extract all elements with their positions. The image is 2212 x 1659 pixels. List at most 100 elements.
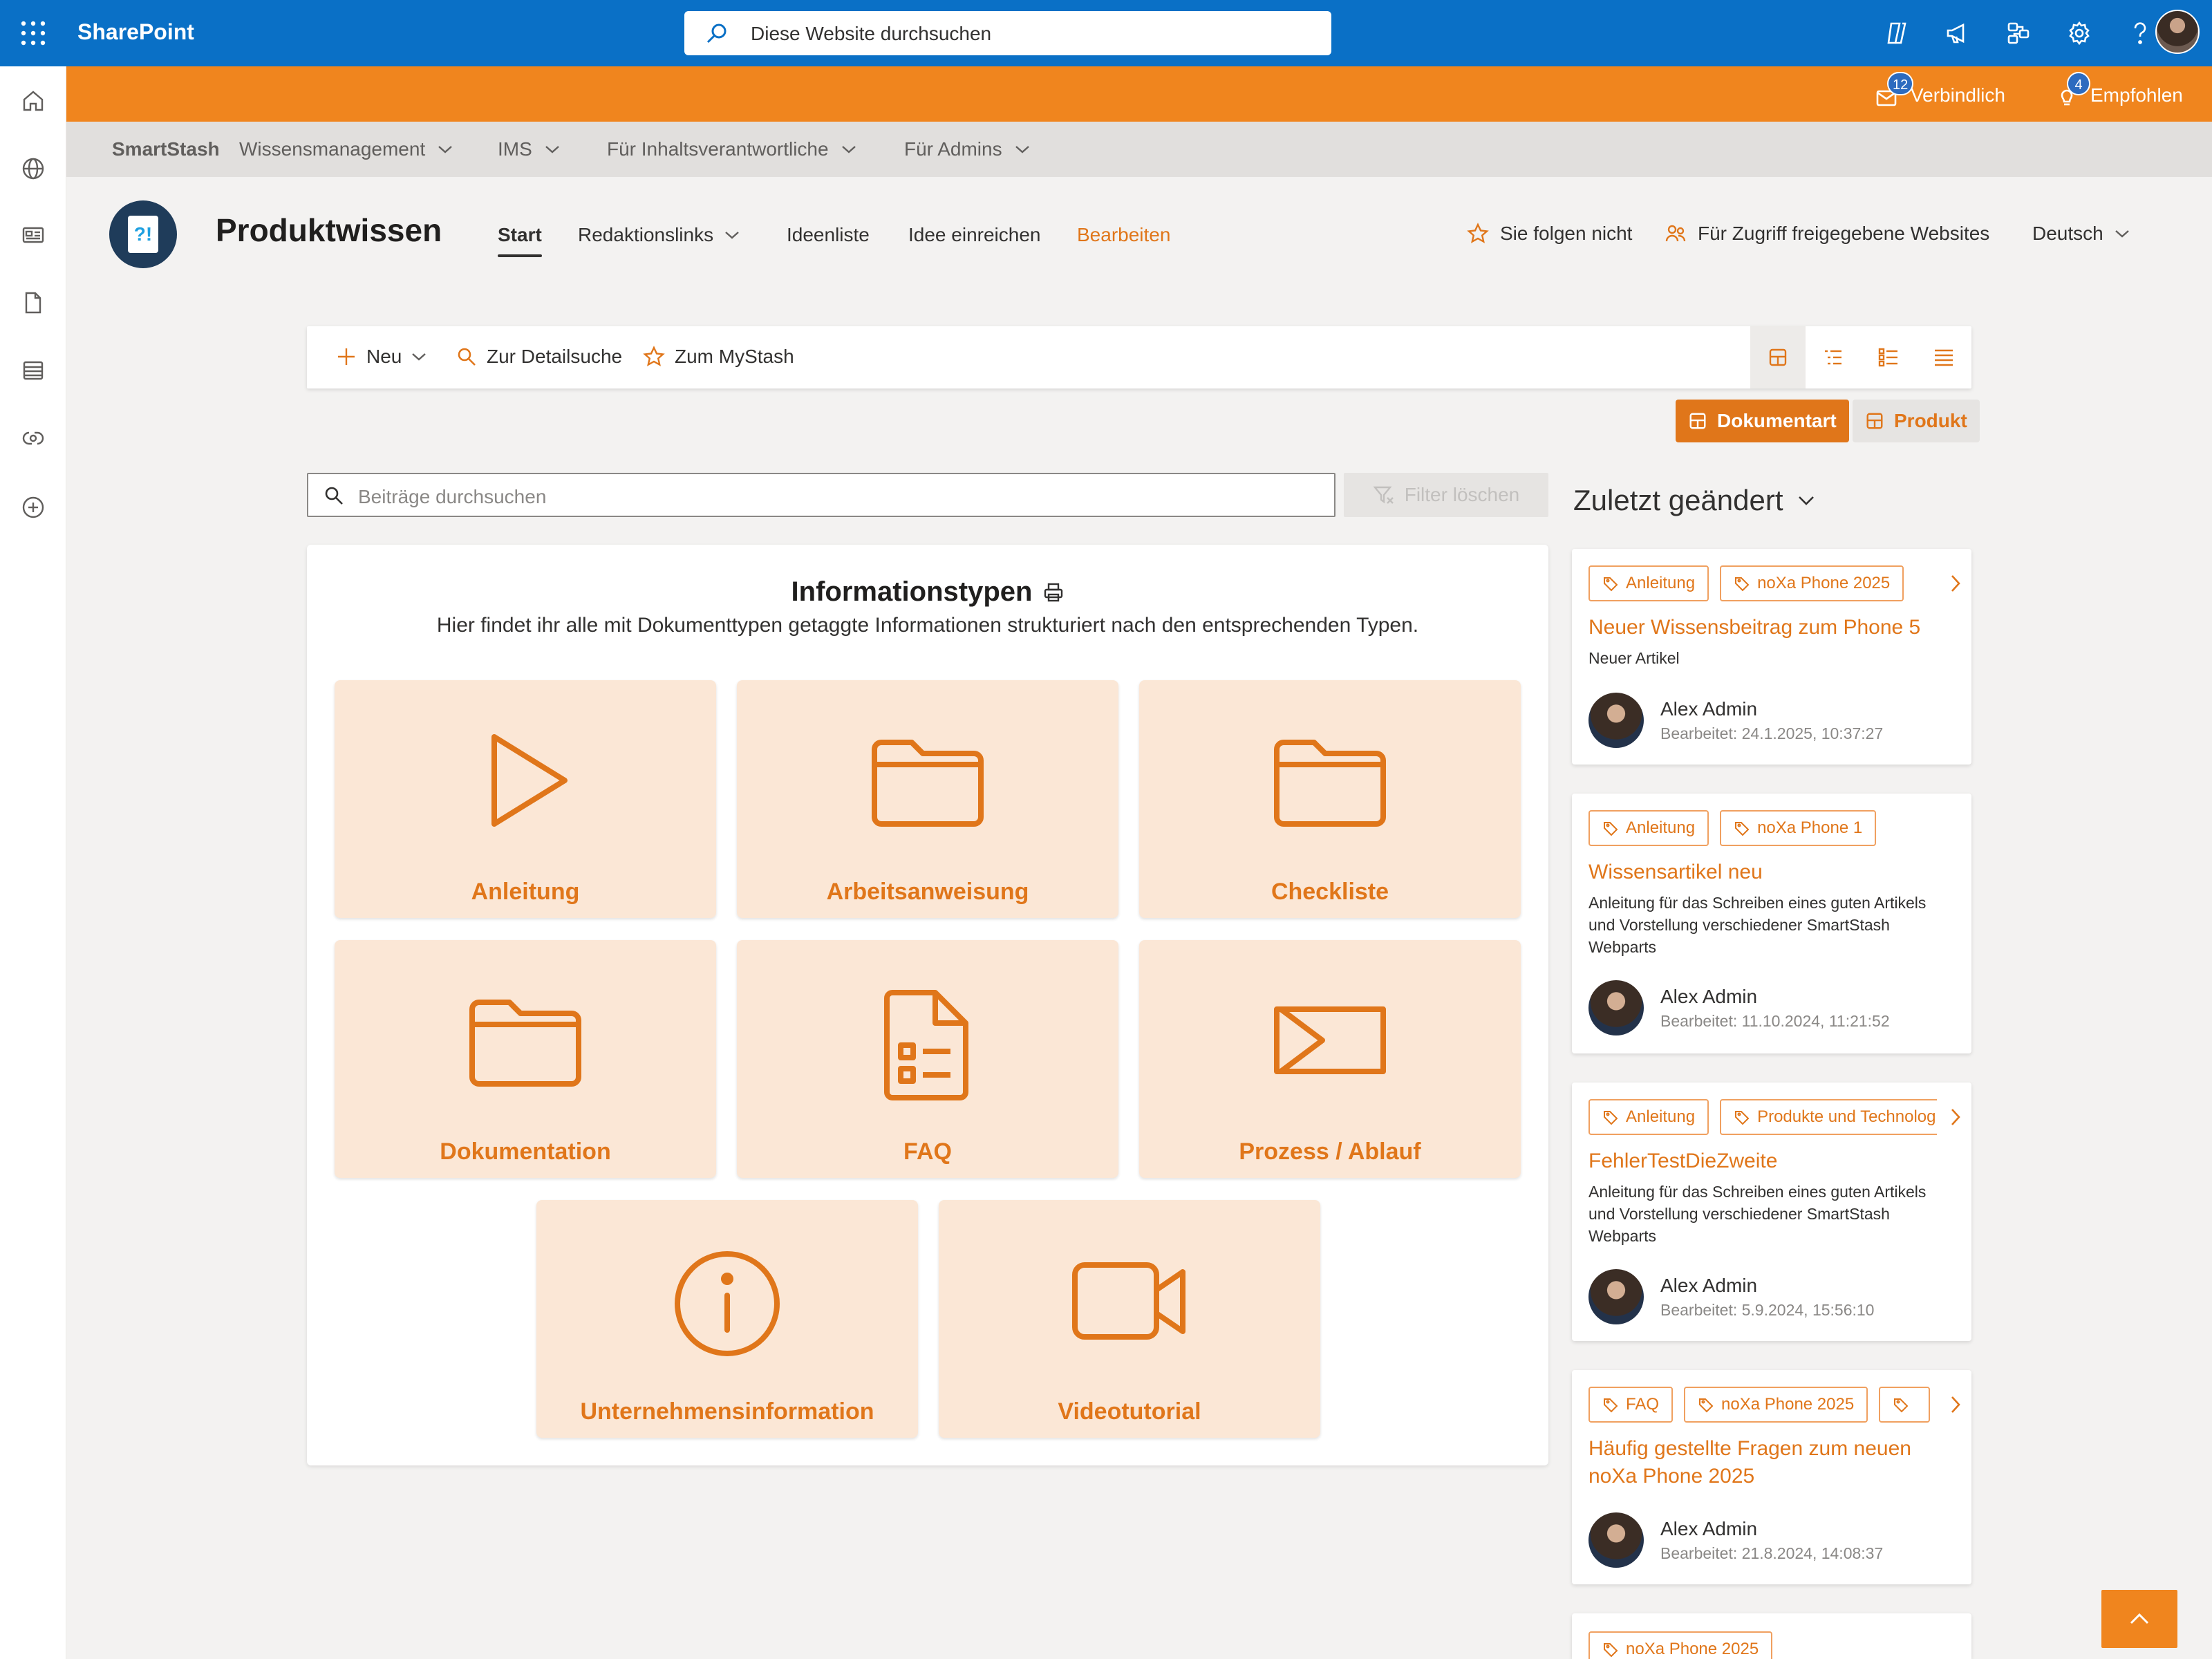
globe-icon[interactable] bbox=[18, 153, 48, 184]
news-card[interactable]: Anleitung noXa Phone 1 Wissensartikel ne… bbox=[1572, 794, 1971, 1053]
product-filter-button[interactable]: Produkt bbox=[1853, 400, 1980, 442]
tag-chip[interactable]: noXa Phone 2025 bbox=[1720, 565, 1904, 601]
detail-search-button[interactable]: Zur Detailsuche bbox=[456, 346, 622, 368]
recommended-button[interactable]: 4 Empfohlen bbox=[2054, 72, 2183, 109]
news-card[interactable]: Anleitung noXa Phone 2025 Neuer Wissensb… bbox=[1572, 549, 1971, 765]
chevron-right-icon[interactable] bbox=[1949, 1107, 1962, 1127]
help-icon[interactable] bbox=[2124, 17, 2157, 50]
sitenav-item-redaktionslinks[interactable]: Redaktionslinks bbox=[578, 224, 740, 246]
tag-chip[interactable]: Produkte und Technologie bbox=[1720, 1099, 1937, 1135]
info-types-title: Informationstypen bbox=[791, 577, 1033, 607]
news-title[interactable]: Neuer Wissensbeitrag zum Phone 5 bbox=[1588, 614, 1955, 641]
connections-icon[interactable] bbox=[2002, 17, 2035, 50]
hubnav-item-wissensmanagement[interactable]: Wissensmanagement bbox=[239, 138, 453, 160]
star-icon bbox=[643, 346, 665, 366]
tag-icon bbox=[1735, 822, 1750, 836]
chevron-down-icon bbox=[1798, 496, 1814, 505]
hubnav-item-smartstash[interactable]: SmartStash bbox=[112, 138, 220, 160]
news-author: Alex Admin Bearbeitet: 5.9.2024, 15:56:1… bbox=[1588, 1269, 1874, 1324]
news-title[interactable]: Wissensartikel neu bbox=[1588, 859, 1955, 886]
site-header: ?! Produktwissen Start Redaktionslinks I… bbox=[66, 177, 2212, 288]
site-title[interactable]: Produktwissen bbox=[216, 212, 442, 249]
new-button[interactable]: Neu bbox=[336, 346, 427, 368]
news-icon[interactable] bbox=[18, 220, 48, 250]
language-selector[interactable]: Deutsch bbox=[2032, 223, 2130, 245]
tile-unternehmensinformation[interactable]: Unternehmensinformation bbox=[536, 1200, 918, 1438]
tile-prozess-ablauf[interactable]: Prozess / Ablauf bbox=[1139, 940, 1521, 1178]
sitenav-item-idee-einreichen[interactable]: Idee einreichen bbox=[908, 224, 1040, 246]
news-card[interactable]: noXa Phone 2025 bbox=[1572, 1613, 1971, 1659]
news-card[interactable]: Anleitung Produkte und Technologie Fehle… bbox=[1572, 1082, 1971, 1341]
app-bar bbox=[0, 66, 66, 1659]
brand-name[interactable]: SharePoint bbox=[77, 19, 194, 45]
recent-section-header[interactable]: Zuletzt geändert bbox=[1573, 484, 1815, 517]
lightbulb-icon: 4 bbox=[2054, 72, 2090, 109]
app-launcher-icon[interactable] bbox=[19, 19, 47, 47]
posts-search-input[interactable]: Beiträge durchsuchen bbox=[307, 473, 1335, 517]
tag-chip[interactable]: Anleitung bbox=[1588, 565, 1709, 601]
compact-list-view-button[interactable] bbox=[1806, 326, 1861, 388]
info-types-heading: Informationstypen bbox=[307, 577, 1548, 608]
tag-chip[interactable]: FAQ bbox=[1588, 1387, 1674, 1423]
back-to-top-button[interactable] bbox=[2101, 1590, 2177, 1648]
doctype-filter-button[interactable]: Dokumentart bbox=[1676, 400, 1849, 442]
sitenav-item-ideenliste[interactable]: Ideenliste bbox=[787, 224, 870, 246]
checklist-icon bbox=[1878, 348, 1897, 367]
star-icon bbox=[1467, 223, 1489, 243]
chevron-right-icon[interactable] bbox=[1949, 1395, 1962, 1414]
news-author: Alex Admin Bearbeitet: 11.10.2024, 11:21… bbox=[1588, 980, 1890, 1035]
tag-chip[interactable]: Anleitung bbox=[1588, 1099, 1709, 1135]
site-search-box[interactable]: Diese Website durchsuchen bbox=[684, 11, 1331, 55]
file-icon[interactable] bbox=[18, 288, 48, 318]
tile-anleitung[interactable]: Anleitung bbox=[335, 680, 716, 918]
tile-arbeitsanweisung[interactable]: Arbeitsanweisung bbox=[737, 680, 1118, 918]
news-title[interactable]: FehlerTestDieZweite bbox=[1588, 1147, 1955, 1175]
print-icon[interactable] bbox=[1043, 582, 1064, 603]
search-icon bbox=[705, 22, 729, 46]
tag-icon bbox=[1604, 577, 1618, 592]
megaphone-icon[interactable] bbox=[1941, 17, 1974, 50]
copilot-icon[interactable] bbox=[1880, 17, 1913, 50]
home-icon[interactable] bbox=[18, 86, 48, 116]
suite-bar: SharePoint Diese Website durchsuchen bbox=[0, 0, 2212, 66]
tag-chip[interactable]: noXa Phone 2025 bbox=[1588, 1631, 1773, 1659]
posts-search-placeholder: Beiträge durchsuchen bbox=[358, 486, 547, 507]
info-icon bbox=[536, 1248, 918, 1359]
mandatory-button[interactable]: 12 Verbindlich bbox=[1875, 72, 2005, 109]
tile-dokumentation[interactable]: Dokumentation bbox=[335, 940, 716, 1178]
site-logo[interactable]: ?! bbox=[109, 200, 177, 268]
follow-button[interactable]: Sie folgen nicht bbox=[1467, 223, 1632, 245]
chevron-right-icon[interactable] bbox=[1949, 574, 1962, 593]
hubnav-item-admins[interactable]: Für Admins bbox=[904, 138, 1030, 160]
checklist-view-button[interactable] bbox=[1861, 326, 1916, 388]
avatar bbox=[1588, 693, 1644, 748]
user-avatar[interactable] bbox=[2155, 10, 2200, 54]
tile-view-button[interactable] bbox=[1750, 326, 1806, 388]
tile-faq[interactable]: FAQ bbox=[737, 940, 1118, 1178]
tag-icon bbox=[1699, 1398, 1714, 1413]
loop-icon[interactable] bbox=[18, 423, 48, 453]
list-icon[interactable] bbox=[18, 355, 48, 386]
news-author: Alex Admin Bearbeitet: 24.1.2025, 10:37:… bbox=[1588, 693, 1883, 748]
tile-videotutorial[interactable]: Videotutorial bbox=[939, 1200, 1320, 1438]
clear-filter-button[interactable]: Filter löschen bbox=[1344, 473, 1548, 517]
sitenav-item-bearbeiten[interactable]: Bearbeiten bbox=[1077, 224, 1170, 246]
tile-checkliste[interactable]: Checkliste bbox=[1139, 680, 1521, 918]
sitenav-item-start[interactable]: Start bbox=[498, 224, 542, 257]
tag-chip[interactable]: noXa Phone 1 bbox=[1720, 810, 1877, 846]
news-title[interactable]: Häufig gestellte Fragen zum neuen noXa P… bbox=[1588, 1435, 1955, 1490]
tile-label: Anleitung bbox=[471, 879, 580, 905]
chevron-down-icon bbox=[1015, 146, 1029, 153]
hubnav-item-inhaltsverantwortliche[interactable]: Für Inhaltsverantwortliche bbox=[607, 138, 856, 160]
news-card[interactable]: FAQ noXa Phone 2025 Häufig gestellte Fra… bbox=[1572, 1370, 1971, 1584]
list-view-button[interactable] bbox=[1916, 326, 1971, 388]
add-icon[interactable] bbox=[18, 492, 48, 523]
hubnav-item-ims[interactable]: IMS bbox=[498, 138, 560, 160]
shared-sites-button[interactable]: Für Zugriff freigegebene Websites bbox=[1665, 223, 1989, 245]
gear-icon[interactable] bbox=[2063, 17, 2096, 50]
notification-bar: 12 Verbindlich 4 Empfohlen bbox=[66, 66, 2212, 122]
tag-chip[interactable]: noXa Phone 2025 bbox=[1684, 1387, 1868, 1423]
tag-chip[interactable] bbox=[1879, 1387, 1931, 1423]
tag-chip[interactable]: Anleitung bbox=[1588, 810, 1709, 846]
mystash-button[interactable]: Zum MyStash bbox=[643, 346, 794, 368]
